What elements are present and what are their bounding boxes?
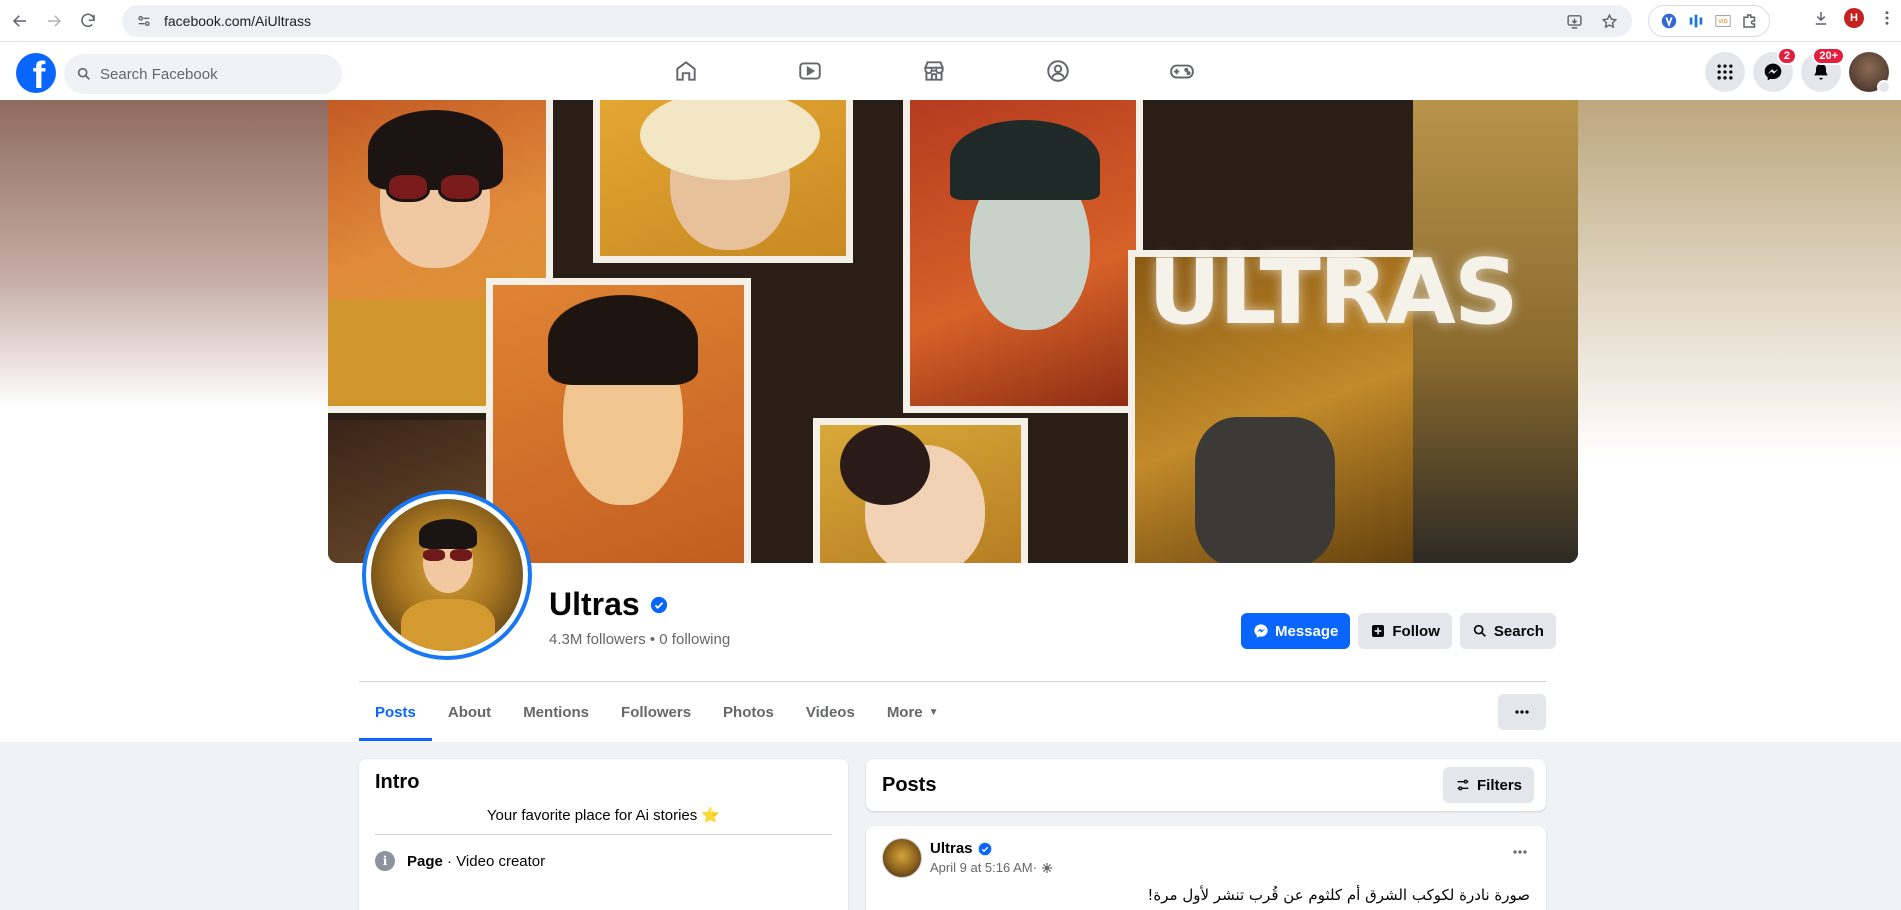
audience-gear-icon [1041,862,1052,873]
vpn-extension-icon[interactable] [1660,12,1678,30]
menu-grid-icon[interactable] [1705,52,1745,92]
page-category-label: Page [407,852,443,870]
tab-followers[interactable]: Followers [605,683,707,741]
browser-profile-avatar[interactable]: H [1844,8,1864,28]
search-page-button[interactable]: Search [1459,613,1556,649]
gaming-icon[interactable] [1126,42,1238,100]
tab-mentions[interactable]: Mentions [507,683,605,741]
cover-panel-man-portrait [903,100,1143,413]
post-author-avatar[interactable] [882,838,922,878]
search-icon [77,67,90,80]
home-icon[interactable] [630,42,742,100]
page-title: Ultras [549,586,640,622]
account-avatar[interactable] [1849,52,1891,94]
chevron-down-icon[interactable] [1877,80,1891,94]
search-input[interactable] [100,65,320,83]
cover-ultras-text: ULTRAS [1148,240,1519,345]
url-text[interactable]: facebook.com/AiUltrass [164,13,311,29]
video-downloader-extension-icon[interactable]: VID [1714,12,1732,30]
intro-title: Intro [375,771,420,793]
notifications-badge: 20+ [1812,47,1845,65]
svg-text:VID: VID [1718,19,1727,25]
page-title-row: Ultras [549,586,668,623]
site-settings-icon[interactable] [136,13,152,29]
downloads-icon[interactable] [1812,9,1830,27]
messenger-badge: 2 [1776,47,1797,65]
forward-icon[interactable] [40,7,68,35]
profile-actions: Message Follow Search [1241,613,1556,649]
post-options-button[interactable] [1510,842,1530,866]
cover-photo[interactable]: ULTRAS [328,100,1578,563]
filters-icon [1457,779,1469,791]
post-card: Ultras April 9 at 5:16 AM · صورة نادرة ل… [866,826,1546,910]
extensions-group: VID [1648,5,1770,37]
facebook-header: f 2 20+ [0,42,1901,100]
ellipsis-icon [1515,710,1529,714]
address-bar[interactable]: facebook.com/AiUltrass [122,5,1632,37]
browser-toolbar: facebook.com/AiUltrass VID H [0,0,1901,42]
post-text: صورة نادرة لكوكب الشرق أم كلثوم عن قُرب … [1147,886,1530,904]
tab-photos[interactable]: Photos [707,683,790,741]
page-category-value: · Video creator [442,852,546,870]
bookmark-star-icon[interactable] [1601,13,1618,30]
posts-title: Posts [882,773,937,796]
reload-icon[interactable] [74,7,102,35]
facebook-logo[interactable]: f [16,53,56,93]
post-timestamp[interactable]: April 9 at 5:16 AM [930,860,1033,875]
video-icon[interactable] [754,42,866,100]
followers-count[interactable]: 4.3M followers [549,631,646,648]
follow-stats: 4.3M followers • 0 following [549,631,731,648]
cover-panel-blonde-woman [593,100,853,263]
tabs-divider [359,681,1546,682]
posts-header-card: Posts Filters [866,759,1546,811]
tab-about[interactable]: About [432,683,507,741]
more-options-button[interactable] [1498,694,1546,730]
intro-card: Intro Your favorite place for Ai stories… [359,759,848,910]
page-category-row: i Page · Video creator [375,851,832,871]
intro-divider [375,834,832,835]
verified-badge-icon [650,596,667,613]
profile-avatar[interactable] [362,490,532,660]
messenger-icon [1254,624,1268,638]
search-icon [1473,624,1486,637]
caret-down-icon: ▼ [928,706,939,718]
messenger-icon[interactable]: 2 [1753,47,1797,92]
groups-icon[interactable] [1002,42,1114,100]
marketplace-icon[interactable] [878,42,990,100]
filters-button[interactable]: Filters [1442,767,1534,803]
ellipsis-icon [1513,850,1527,854]
post-author-name[interactable]: Ultras [930,840,973,857]
audio-extension-icon[interactable] [1687,12,1705,30]
install-app-icon[interactable] [1566,13,1583,30]
cover-panel-man-sketch [486,278,751,563]
browser-menu-icon[interactable] [1878,9,1896,27]
tab-more[interactable]: More ▼ [871,683,955,741]
tab-videos[interactable]: Videos [790,683,871,741]
message-button[interactable]: Message [1241,613,1351,649]
intro-bio: Your favorite place for Ai stories ⭐ [486,807,721,824]
notifications-bell-icon[interactable]: 20+ [1801,47,1845,92]
back-icon[interactable] [6,7,34,35]
center-navigation [630,42,1250,100]
cover-panel-woman-bottom [813,418,1028,563]
facebook-search[interactable] [64,54,342,94]
follow-button[interactable]: Follow [1358,613,1452,649]
following-count[interactable]: 0 following [659,631,730,648]
tab-posts[interactable]: Posts [359,683,432,741]
follow-icon [1372,625,1385,637]
extensions-puzzle-icon[interactable] [1741,12,1759,30]
verified-badge-icon [978,842,991,855]
info-icon: i [375,851,395,871]
profile-tabs: Posts About Mentions Followers Photos Vi… [359,683,955,741]
